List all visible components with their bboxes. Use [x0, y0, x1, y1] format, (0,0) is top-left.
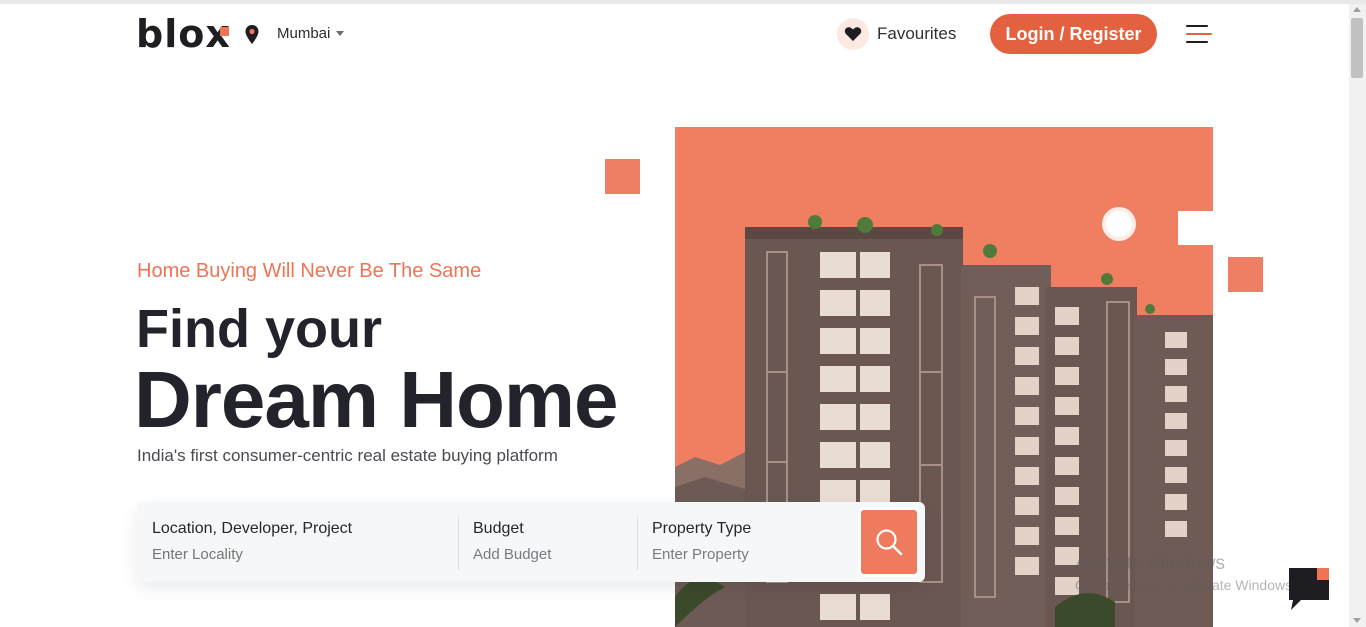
hero-headline-line2: Dream Home: [134, 355, 619, 444]
location-field[interactable]: Location, Developer, Project: [152, 502, 352, 582]
search-divider: [458, 516, 459, 570]
favourites-link[interactable]: Favourites: [837, 18, 956, 50]
property-type-select[interactable]: Enter Property: [652, 546, 852, 563]
chevron-down-icon: [336, 31, 345, 36]
scroll-up-arrow-icon[interactable]: [1353, 7, 1361, 12]
property-type-field[interactable]: Property Type Enter Property: [652, 502, 852, 582]
brand-logo[interactable]: blox: [136, 12, 231, 56]
location-field-label: Location, Developer, Project: [152, 520, 353, 537]
decorative-square: [605, 159, 640, 194]
scrollbar-thumb[interactable]: [1351, 18, 1363, 78]
property-type-label: Property Type: [652, 520, 752, 537]
search-button[interactable]: [858, 507, 920, 577]
chat-bubble-icon[interactable]: [1287, 566, 1331, 612]
search-icon: [876, 529, 903, 556]
location-input[interactable]: [152, 546, 352, 563]
decorative-square: [1228, 257, 1263, 292]
favourites-label: Favourites: [877, 24, 957, 43]
watermark-title: Activate Windows: [1075, 553, 1225, 574]
budget-select[interactable]: Add Budget: [473, 546, 673, 563]
hero-headline-line1: Find your: [136, 299, 382, 359]
watermark-subtitle: Go to Settings to activate Windows.: [1075, 577, 1296, 593]
hero-subtext: India's first consumer-centric real esta…: [137, 446, 558, 465]
budget-field[interactable]: Budget Add Budget: [473, 502, 673, 582]
scroll-down-arrow-icon[interactable]: [1353, 618, 1361, 623]
logo-accent-dot: [220, 27, 229, 36]
property-search-bar: Location, Developer, Project Budget Add …: [137, 502, 925, 582]
search-divider: [637, 516, 638, 570]
budget-field-label: Budget: [473, 520, 524, 537]
city-label: Mumbai: [277, 25, 331, 42]
hamburger-menu-icon[interactable]: [1186, 24, 1214, 44]
hero-tagline: Home Buying Will Never Be The Same: [137, 260, 482, 282]
page-scrollbar[interactable]: [1349, 4, 1366, 627]
map-pin-icon: [245, 25, 259, 44]
heart-icon: [837, 18, 869, 50]
windows-activation-watermark: Activate Windows Go to Settings to activ…: [1075, 553, 1296, 593]
login-register-button[interactable]: Login / Register: [990, 14, 1157, 54]
city-selector[interactable]: Mumbai: [277, 25, 345, 42]
browser-top-border: [0, 0, 1366, 4]
